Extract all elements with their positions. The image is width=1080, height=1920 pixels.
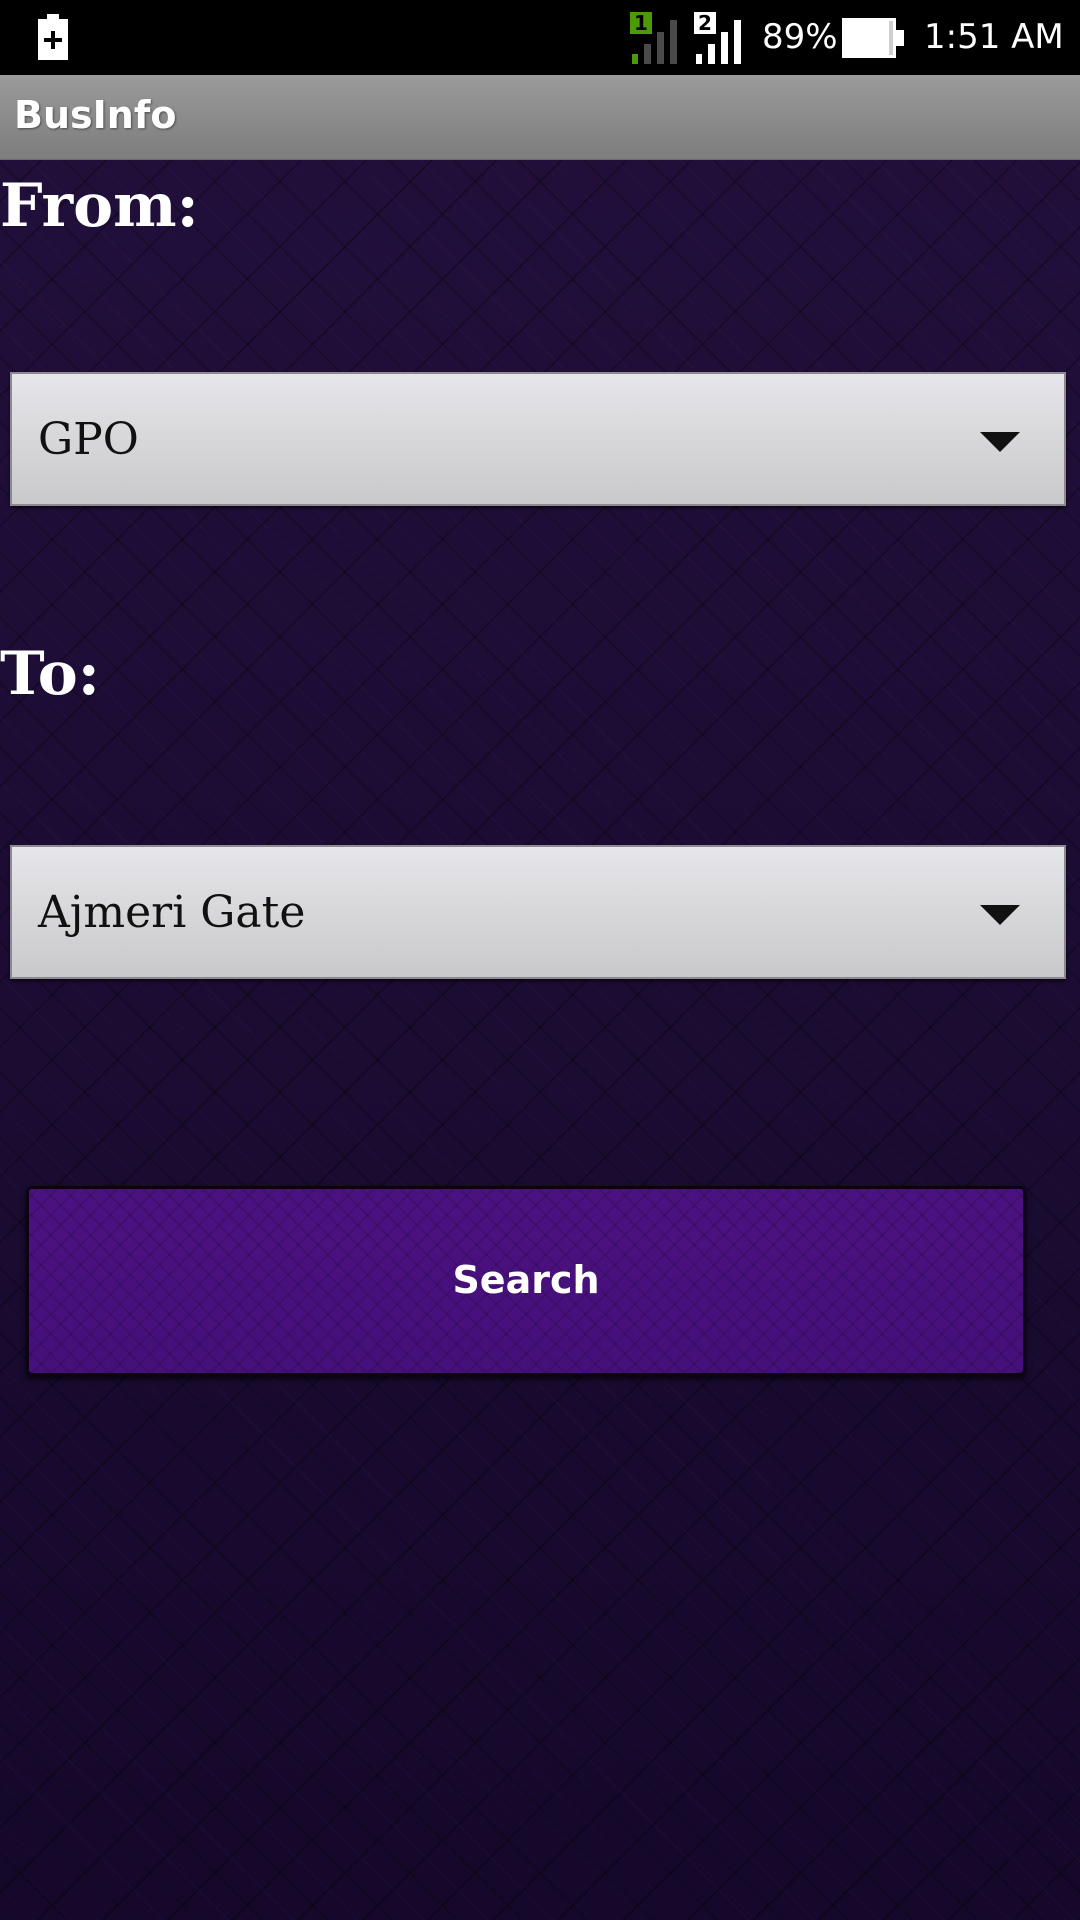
- dropdown-arrow-icon: [980, 432, 1020, 452]
- dropdown-arrow-icon: [980, 905, 1020, 925]
- from-stop-dropdown[interactable]: GPO: [10, 372, 1066, 506]
- status-bar: 1 2 89% 1:51 AM: [0, 0, 1080, 75]
- sim1-label: 1: [634, 12, 648, 35]
- battery-icon: [842, 18, 904, 58]
- action-bar: BusInfo: [0, 75, 1080, 160]
- from-label: From:: [0, 171, 199, 241]
- clock: 1:51 AM: [924, 17, 1064, 57]
- search-button-label: Search: [452, 1258, 600, 1302]
- search-button[interactable]: Search: [26, 1186, 1026, 1376]
- sim2-label: 2: [698, 12, 712, 35]
- app-title: BusInfo: [14, 93, 177, 137]
- to-label: To:: [0, 639, 100, 709]
- signal-sim1-icon: 1: [630, 12, 677, 64]
- battery-percent: 89%: [762, 17, 838, 57]
- signal-sim2-icon: 2: [694, 12, 741, 64]
- charging-icon: [38, 14, 68, 60]
- to-stop-value: Ajmeri Gate: [38, 887, 306, 938]
- from-stop-value: GPO: [38, 414, 139, 465]
- to-stop-dropdown[interactable]: Ajmeri Gate: [10, 845, 1066, 979]
